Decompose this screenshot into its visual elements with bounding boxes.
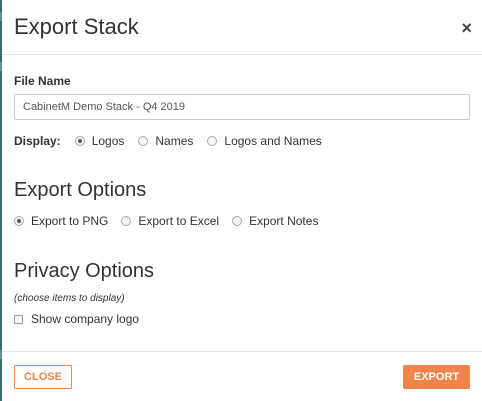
export-options-heading: Export Options (14, 179, 147, 201)
export-button[interactable]: EXPORT (403, 365, 470, 389)
display-option-names[interactable]: Names (138, 134, 193, 148)
close-button[interactable]: CLOSE (14, 365, 72, 389)
show-company-logo-label: Show company logo (31, 312, 140, 326)
export-option-excel[interactable]: Export to Excel (121, 214, 219, 228)
file-name-input[interactable] (14, 94, 470, 120)
radio-checked-icon[interactable] (14, 216, 24, 226)
radio-unchecked-icon[interactable] (121, 216, 132, 226)
privacy-options-heading: Privacy Options (14, 260, 155, 282)
radio-unchecked-icon[interactable] (232, 216, 243, 226)
display-options-row: Display: Logos Names Logos and Names (14, 133, 322, 149)
privacy-note: (choose items to display) (14, 293, 125, 304)
display-option-label: Logos (91, 134, 125, 148)
display-option-logos-and-names[interactable]: Logos and Names (207, 134, 322, 148)
show-company-logo-checkbox[interactable] (14, 314, 23, 324)
close-icon[interactable]: × (461, 19, 472, 37)
dialog-footer: CLOSE EXPORT (2, 351, 482, 401)
export-option-label: Export to Excel (138, 214, 220, 228)
radio-checked-icon[interactable] (74, 136, 85, 146)
display-label: Display: (14, 134, 61, 148)
export-option-label: Export to PNG (31, 214, 109, 228)
dialog-header: Export Stack × (2, 0, 482, 55)
dialog-title: Export Stack (14, 14, 139, 39)
display-option-label: Names (155, 134, 194, 148)
radio-unchecked-icon[interactable] (207, 136, 218, 146)
show-company-logo-row[interactable]: Show company logo (14, 311, 139, 327)
display-option-label: Logos and Names (224, 134, 322, 148)
export-stack-dialog: Export Stack × File Name Display: Logos … (2, 0, 482, 401)
file-name-label: File Name (14, 74, 71, 88)
export-option-png[interactable]: Export to PNG (14, 214, 108, 228)
export-option-notes[interactable]: Export Notes (232, 214, 318, 228)
radio-unchecked-icon[interactable] (138, 136, 149, 146)
export-option-label: Export Notes (249, 214, 319, 228)
display-option-logos[interactable]: Logos (74, 134, 125, 148)
export-options-row: Export to PNG Export to Excel Export Not… (14, 213, 318, 229)
